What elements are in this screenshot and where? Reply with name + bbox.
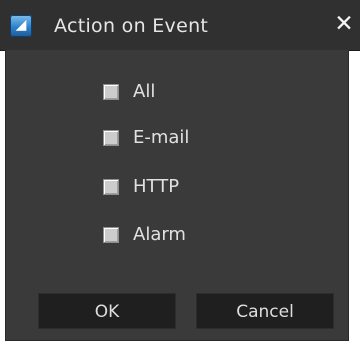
checkbox-alarm[interactable]	[103, 227, 119, 243]
dialog-body: All E-mail HTTP Alarm OK Cancel	[5, 50, 349, 341]
cancel-button[interactable]: Cancel	[196, 293, 334, 329]
checkbox-http[interactable]	[103, 179, 119, 195]
ok-button[interactable]: OK	[38, 293, 176, 329]
checkbox-all[interactable]	[103, 84, 119, 100]
option-label: Alarm	[133, 224, 186, 245]
option-label: E-mail	[133, 127, 190, 148]
title-bar: ◢ Action on Event ✕	[0, 0, 360, 51]
option-label: All	[133, 81, 156, 102]
dialog-title: Action on Event	[54, 15, 209, 37]
app-logo-icon: ◢	[10, 15, 32, 37]
app-logo-glyph: ◢	[15, 17, 27, 33]
close-button[interactable]: ✕	[333, 12, 355, 36]
action-on-event-dialog: ◢ Action on Event ✕ All E-mail HTTP Alar…	[0, 0, 360, 347]
option-label: HTTP	[133, 176, 180, 197]
checkbox-email[interactable]	[103, 130, 119, 146]
